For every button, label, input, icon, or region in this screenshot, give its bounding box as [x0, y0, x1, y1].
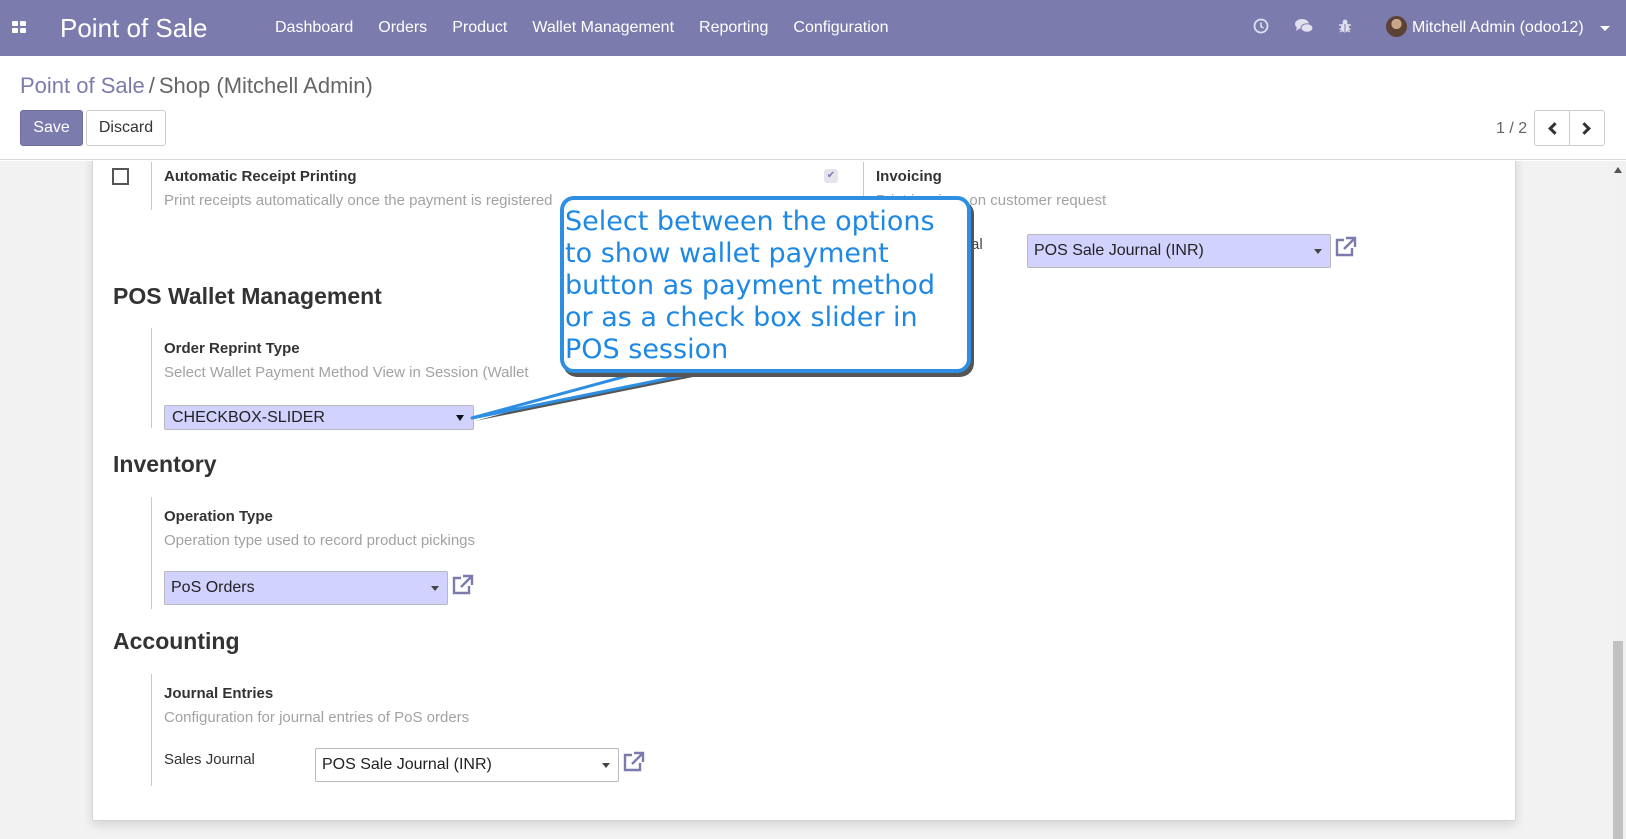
save-button[interactable]: Save [20, 110, 83, 146]
operation-type-label: Operation Type [164, 508, 273, 525]
journal-entries-label: Journal Entries [164, 685, 274, 702]
field-divider [151, 328, 152, 428]
external-link-icon[interactable] [450, 574, 474, 596]
caret-down-icon [456, 415, 464, 421]
vertical-scrollbar[interactable] [1610, 161, 1626, 839]
menu-wallet-management[interactable]: Wallet Management [532, 19, 674, 37]
breadcrumb-parent[interactable]: Point of Sale [20, 73, 145, 98]
menu-dashboard[interactable]: Dashboard [275, 19, 353, 37]
wallet-section-title: POS Wallet Management [113, 283, 382, 309]
main-menu: Dashboard Orders Product Wallet Manageme… [275, 19, 914, 37]
inventory-section-title: Inventory [113, 451, 217, 477]
invoice-journal-label: al [971, 236, 983, 253]
order-reprint-type-value: CHECKBOX-SLIDER [172, 409, 325, 426]
clock-icon[interactable] [1252, 18, 1270, 36]
sales-journal-value: POS Sale Journal (INR) [322, 756, 492, 773]
breadcrumb-separator: / [148, 73, 155, 98]
caret-down-icon [1314, 249, 1322, 254]
external-link-icon[interactable] [621, 751, 645, 773]
caret-down-icon [602, 763, 610, 768]
order-reprint-type-help: Select Wallet Payment Method View in Ses… [164, 364, 529, 381]
chevron-right-icon [1578, 122, 1591, 135]
invoicing-label: Invoicing [876, 168, 942, 185]
discard-button[interactable]: Discard [86, 110, 166, 146]
menu-configuration[interactable]: Configuration [793, 19, 888, 37]
chat-icon[interactable] [1294, 18, 1314, 36]
pager-value[interactable]: 1 / 2 [1496, 120, 1527, 138]
user-menu[interactable]: Mitchell Admin (odoo12) [1412, 19, 1584, 37]
top-navbar: Point of Sale Dashboard Orders Product W… [0, 0, 1626, 56]
callout-text: Select between the options to show walle… [565, 206, 935, 365]
external-link-icon[interactable] [1333, 236, 1357, 258]
operation-type-select[interactable]: PoS Orders [164, 571, 448, 605]
menu-product[interactable]: Product [452, 19, 507, 37]
menu-orders[interactable]: Orders [378, 19, 427, 37]
app-title: Point of Sale [60, 13, 208, 43]
breadcrumb-current: Shop (Mitchell Admin) [158, 73, 373, 98]
operation-type-help: Operation type used to record product pi… [164, 532, 476, 549]
menu-reporting[interactable]: Reporting [699, 19, 768, 37]
invoice-journal-value: POS Sale Journal (INR) [1034, 242, 1204, 259]
field-divider [151, 674, 152, 786]
scroll-up-icon[interactable] [1614, 167, 1622, 173]
bug-icon[interactable] [1336, 18, 1354, 36]
control-panel: Point of Sale / Shop (Mitchell Admin) Save… [0, 56, 1626, 160]
receipt-printing-label: Automatic Receipt Printing [164, 168, 357, 185]
accounting-section-title: Accounting [113, 628, 240, 654]
invoice-journal-select[interactable]: POS Sale Journal (INR) [1027, 234, 1331, 268]
receipt-printing-help: Print receipts automatically once the pa… [164, 192, 553, 209]
pager-next-button[interactable] [1569, 110, 1605, 146]
scrollbar-thumb[interactable] [1613, 641, 1623, 839]
sales-journal-label: Sales Journal [164, 751, 255, 768]
receipt-printing-checkbox[interactable] [112, 168, 129, 185]
apps-icon[interactable] [12, 21, 27, 34]
sales-journal-select[interactable]: POS Sale Journal (INR) [315, 748, 619, 782]
invoicing-checkbox[interactable]: ✔ [824, 169, 838, 183]
caret-down-icon [431, 586, 439, 591]
pager-previous-button[interactable] [1534, 110, 1570, 146]
field-divider [151, 162, 152, 210]
caret-down-icon[interactable] [1600, 26, 1610, 31]
chevron-left-icon [1548, 122, 1561, 135]
breadcrumb: Point of Sale / Shop (Mitchell Admin) [20, 73, 373, 99]
avatar[interactable] [1386, 16, 1407, 37]
order-reprint-type-label: Order Reprint Type [164, 340, 300, 357]
field-divider [151, 497, 152, 609]
order-reprint-type-select[interactable]: CHECKBOX-SLIDER [164, 405, 474, 430]
operation-type-value: PoS Orders [171, 579, 255, 596]
journal-entries-help: Configuration for journal entries of PoS… [164, 709, 470, 726]
